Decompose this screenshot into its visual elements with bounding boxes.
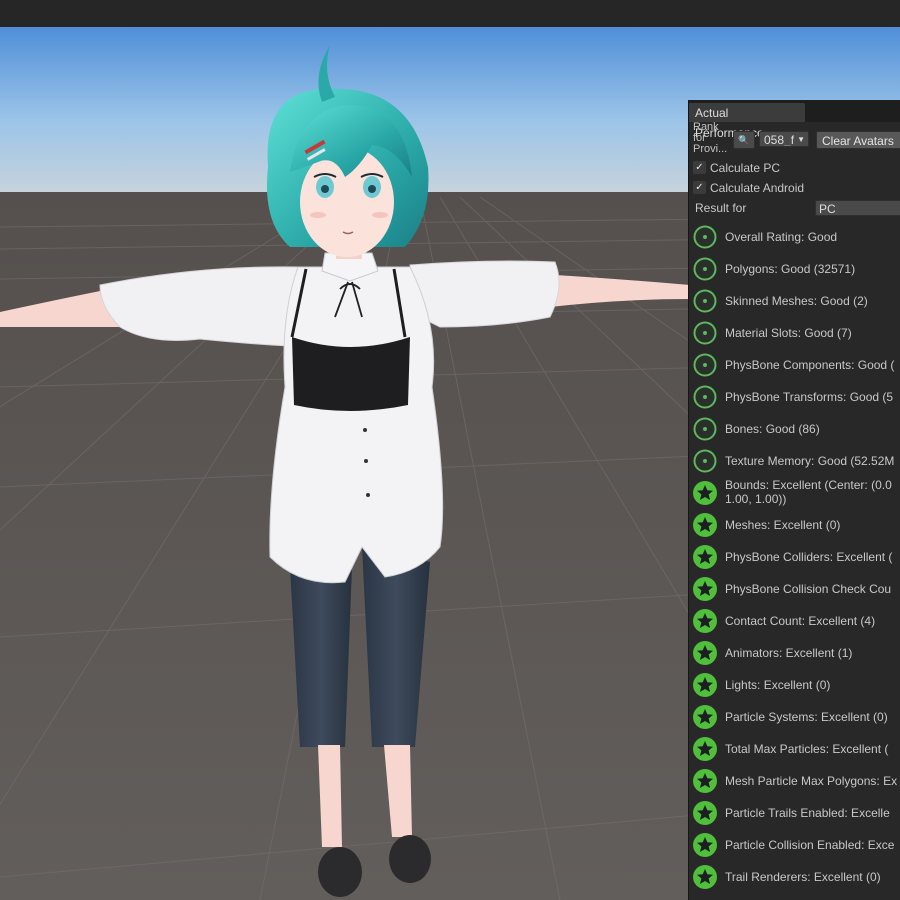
stat-text: PhysBone Components: Good (	[725, 358, 895, 372]
stat-text: PhysBone Transforms: Good (5	[725, 390, 894, 404]
stat-row: PhysBone Components: Good (	[689, 349, 900, 381]
stat-text: Particle Collision Enabled: Exce	[725, 838, 895, 852]
stat-text: PhysBone Colliders: Excellent (	[725, 550, 893, 564]
good-circle-icon	[693, 321, 717, 345]
good-circle-icon	[693, 449, 717, 473]
stat-text: Particle Trails Enabled: Excelle	[725, 806, 890, 820]
stat-row: Particle Collision Enabled: Exce	[689, 829, 900, 861]
good-circle-icon	[693, 353, 717, 377]
stat-text: Texture Memory: Good (52.52M	[725, 454, 895, 468]
clear-avatars-button[interactable]: Clear Avatars	[816, 131, 900, 149]
stat-row: Particle Systems: Excellent (0)	[689, 701, 900, 733]
stat-row: Mesh Particle Max Polygons: Ex	[689, 765, 900, 797]
stat-row: Total Max Particles: Excellent (	[689, 733, 900, 765]
stat-row: PhysBone Transforms: Good (5	[689, 381, 900, 413]
excellent-star-icon	[693, 545, 717, 569]
good-circle-icon	[693, 385, 717, 409]
stat-row: Texture Memory: Good (52.52M	[689, 445, 900, 477]
good-circle-icon	[693, 289, 717, 313]
panel-tabstrip: Actual Performance	[689, 100, 900, 140]
excellent-star-icon	[693, 609, 717, 633]
stat-text: Bounds: Excellent (Center: (0.0 1.00, 1.…	[725, 478, 892, 506]
avatar-select-value: 058_f	[764, 133, 795, 147]
stat-row: Overall Rating: Good	[689, 221, 900, 253]
stat-row: Polygons: Good (32571)	[689, 253, 900, 285]
rank-row: Rank for Provi... 🔍 058_f ▼ Clear Avatar…	[689, 122, 900, 158]
stat-text: Overall Rating: Good	[725, 230, 838, 244]
good-circle-icon	[693, 225, 717, 249]
stat-text: Mesh Particle Max Polygons: Ex	[725, 774, 898, 788]
excellent-star-icon	[693, 865, 717, 889]
stat-text: Contact Count: Excellent (4)	[725, 614, 876, 628]
stat-text: Material Slots: Good (7)	[725, 326, 852, 340]
result-for-field[interactable]: PC	[815, 200, 900, 216]
stat-text: Total Max Particles: Excellent (	[725, 742, 889, 756]
chevron-down-icon: ▼	[797, 135, 805, 144]
excellent-star-icon	[693, 737, 717, 761]
calculate-pc-row[interactable]: ✓ Calculate PC	[689, 158, 900, 178]
stat-text: PhysBone Collision Check Cou	[725, 582, 892, 596]
calculate-android-row[interactable]: ✓ Calculate Android	[689, 178, 900, 198]
stat-text: Bones: Good (86)	[725, 422, 820, 436]
stat-row: Meshes: Excellent (0)	[689, 509, 900, 541]
stat-text: Lights: Excellent (0)	[725, 678, 831, 692]
avatar-select[interactable]: 058_f ▼	[759, 131, 809, 147]
tab-actual-performance[interactable]: Actual Performance	[689, 103, 805, 140]
stat-text: Particle Systems: Excellent (0)	[725, 710, 888, 724]
calculate-pc-checkbox[interactable]: ✓	[693, 161, 706, 174]
good-circle-icon	[693, 417, 717, 441]
stat-row: Lights: Excellent (0)	[689, 669, 900, 701]
stat-row: Material Slots: Good (7)	[689, 317, 900, 349]
excellent-star-icon	[693, 801, 717, 825]
search-icon[interactable]: 🔍	[733, 131, 755, 149]
excellent-star-icon	[693, 673, 717, 697]
stat-row: Skinned Meshes: Good (2)	[689, 285, 900, 317]
stat-text: Trail Renderers: Excellent (0)	[725, 870, 881, 884]
stat-row: Trail Renderers: Excellent (0)	[689, 861, 900, 893]
editor-toolbar	[0, 0, 900, 28]
stat-text: Skinned Meshes: Good (2)	[725, 294, 868, 308]
stat-row: Animators: Excellent (1)	[689, 637, 900, 669]
excellent-star-icon	[693, 481, 717, 505]
excellent-star-icon	[693, 833, 717, 857]
stat-row: Bounds: Excellent (Center: (0.0 1.00, 1.…	[689, 477, 900, 509]
stat-row: Particle Trails Enabled: Excelle	[689, 797, 900, 829]
stat-text: Animators: Excellent (1)	[725, 646, 853, 660]
rank-label: Rank for Provi...	[693, 122, 728, 155]
stat-row: PhysBone Collision Check Cou	[689, 573, 900, 605]
stat-text: Meshes: Excellent (0)	[725, 518, 841, 532]
good-circle-icon	[693, 257, 717, 281]
excellent-star-icon	[693, 769, 717, 793]
excellent-star-icon	[693, 513, 717, 537]
actual-performance-panel: Actual Performance Rank for Provi... 🔍 0…	[688, 100, 900, 900]
result-for-label: Result for	[695, 201, 747, 215]
calculate-android-checkbox[interactable]: ✓	[693, 181, 706, 194]
stat-row: PhysBone Colliders: Excellent (	[689, 541, 900, 573]
calculate-pc-label: Calculate PC	[710, 161, 781, 175]
calculate-android-label: Calculate Android	[710, 181, 805, 195]
stat-row: Bones: Good (86)	[689, 413, 900, 445]
excellent-star-icon	[693, 705, 717, 729]
stat-row: Contact Count: Excellent (4)	[689, 605, 900, 637]
excellent-star-icon	[693, 641, 717, 665]
excellent-star-icon	[693, 577, 717, 601]
result-for-row: Result for PC	[689, 198, 900, 218]
stat-text: Polygons: Good (32571)	[725, 262, 856, 276]
